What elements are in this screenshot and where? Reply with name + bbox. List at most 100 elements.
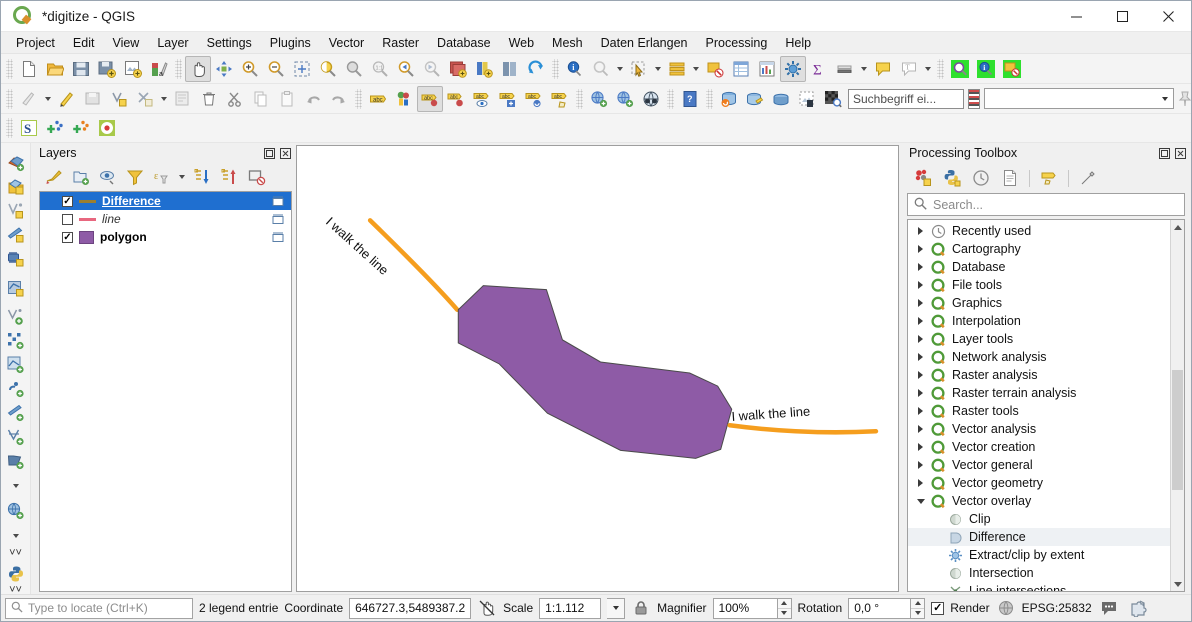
new-layout-view-icon[interactable] (497, 56, 523, 82)
scale-field[interactable]: 1:1.112 (539, 597, 602, 619)
toolbar-grip[interactable] (175, 58, 182, 79)
globe-icon[interactable] (996, 598, 1016, 618)
menu-web[interactable]: Web (500, 34, 543, 52)
pin-labels-icon[interactable]: abc (417, 85, 443, 112)
scrollbar-thumb[interactable] (1172, 370, 1183, 490)
tree-node-database[interactable]: Database (908, 258, 1170, 276)
tree-node-raster-terrain-analysis[interactable]: Raster terrain analysis (908, 384, 1170, 402)
menu-settings[interactable]: Settings (198, 34, 261, 52)
add-group-icon[interactable] (68, 165, 93, 189)
edit-model-icon[interactable] (1035, 165, 1063, 191)
field-calculator-icon[interactable] (780, 55, 806, 82)
remove-layer-icon[interactable] (244, 165, 269, 189)
chevron-right-icon[interactable] (916, 371, 925, 380)
zoom-full-icon[interactable] (289, 56, 315, 82)
label-icon[interactable]: abc (365, 86, 391, 112)
add-feature-icon[interactable] (106, 86, 132, 112)
search-input[interactable]: Suchbegriff ei... (848, 88, 964, 109)
copy-features-icon[interactable] (248, 86, 274, 112)
save-layer-edits-icon[interactable] (80, 86, 106, 112)
render-checkbox[interactable] (931, 601, 945, 615)
chevron-right-icon[interactable] (916, 425, 925, 434)
toolbar-grip[interactable] (6, 88, 13, 109)
chevron-right-icon[interactable] (916, 389, 925, 398)
toolbar-grip[interactable] (552, 58, 559, 79)
toolbar-grip[interactable] (937, 58, 944, 79)
style-manager-icon[interactable]: a (146, 56, 172, 82)
close-icon[interactable] (1174, 147, 1187, 160)
python-console-icon[interactable] (3, 562, 29, 586)
pan-to-selection-icon[interactable] (211, 56, 237, 82)
select-features-icon[interactable] (626, 56, 652, 82)
annotation-dropdown-icon[interactable] (922, 56, 934, 82)
layer-visibility-checkbox[interactable] (62, 213, 73, 225)
toolbar-grip[interactable] (667, 88, 674, 109)
change-label-icon[interactable]: abc (547, 86, 573, 112)
save-project-as-icon[interactable] (94, 56, 120, 82)
tree-node-layer-tools[interactable]: Layer tools (908, 330, 1170, 348)
crs-value[interactable]: EPSG:25832 (1022, 601, 1092, 615)
tree-node-graphics[interactable]: Graphics (908, 294, 1170, 312)
tree-node-raster-analysis[interactable]: Raster analysis (908, 366, 1170, 384)
menu-database[interactable]: Database (428, 34, 500, 52)
processing-search-input[interactable]: Search... (907, 193, 1185, 216)
select-dropdown-icon[interactable] (652, 56, 664, 82)
chevron-right-icon[interactable] (916, 443, 925, 452)
chevron-right-icon[interactable] (916, 407, 925, 416)
chevron-right-icon[interactable] (916, 299, 925, 308)
options-icon[interactable] (1074, 165, 1102, 191)
open-table-icon[interactable] (728, 56, 754, 82)
menu-plugins[interactable]: Plugins (261, 34, 320, 52)
layer-row[interactable]: line (40, 210, 291, 228)
menu-processing[interactable]: Processing (697, 34, 777, 52)
menu-help[interactable]: Help (776, 34, 820, 52)
lock-icon[interactable] (631, 598, 651, 618)
chevron-right-icon[interactable] (916, 317, 925, 326)
current-edits-icon[interactable] (16, 86, 42, 112)
chevron-right-icon[interactable] (916, 479, 925, 488)
tree-node-line-intersections[interactable]: Line intersections (908, 582, 1170, 591)
close-icon[interactable] (1145, 1, 1191, 32)
tree-node-recently-used[interactable]: Recently used (908, 222, 1170, 240)
identify-green-icon[interactable]: i (973, 56, 999, 82)
refresh-icon[interactable] (523, 56, 549, 82)
layer-row[interactable]: polygon (40, 228, 291, 246)
magnifier-field[interactable]: 100% (712, 597, 777, 619)
plugin-icon[interactable] (1126, 597, 1150, 619)
vertex-tool-icon[interactable] (132, 86, 158, 112)
add-spatialite-layer-icon[interactable] (3, 277, 29, 301)
new-project-icon[interactable] (16, 56, 42, 82)
diagram-icon[interactable] (391, 86, 417, 112)
chevron-down-icon[interactable] (916, 497, 925, 506)
chevron-right-icon[interactable] (916, 245, 925, 254)
add-wms-layer-icon[interactable] (586, 86, 612, 112)
toolbar-grip[interactable] (706, 88, 713, 109)
annotation-icon[interactable] (870, 56, 896, 82)
chevron-right-icon[interactable] (916, 353, 925, 362)
add-oracle-layer-icon[interactable] (3, 353, 29, 377)
layer-visibility-checkbox[interactable] (62, 195, 73, 207)
tree-node-vector-general[interactable]: Vector general (908, 456, 1170, 474)
data-source-manager-icon[interactable] (832, 56, 858, 82)
toolbar-grip[interactable] (576, 88, 583, 109)
chevron-right-icon[interactable] (916, 281, 925, 290)
locate-input[interactable]: Type to locate (Ctrl+K) (5, 597, 193, 619)
add-vector-tile-icon[interactable] (3, 305, 29, 329)
tree-node-file-tools[interactable]: File tools (908, 276, 1170, 294)
deselect-green-icon[interactable] (999, 56, 1025, 82)
save-project-icon[interactable] (68, 56, 94, 82)
add-point-cloud-icon[interactable] (3, 377, 29, 401)
measure-line-icon[interactable] (588, 56, 614, 82)
processing-algorithm-tree[interactable]: Recently used Cartography Database File … (907, 219, 1185, 592)
maximize-icon[interactable] (1099, 1, 1145, 32)
open-attribute-table-icon[interactable] (664, 56, 690, 82)
add-xyz-icon[interactable] (3, 499, 29, 523)
show-hide-labels-icon[interactable]: abc (443, 86, 469, 112)
menu-daten-erlangen[interactable]: Daten Erlangen (592, 34, 697, 52)
tree-node-intersection[interactable]: Intersection (908, 564, 1170, 582)
tree-node-raster-tools[interactable]: Raster tools (908, 402, 1170, 420)
rotation-stepper[interactable]: 0,0 ° (848, 597, 926, 619)
identify-features-icon[interactable]: i (562, 56, 588, 82)
expand-all-icon[interactable] (190, 165, 215, 189)
zoom-to-layer-icon[interactable] (341, 56, 367, 82)
